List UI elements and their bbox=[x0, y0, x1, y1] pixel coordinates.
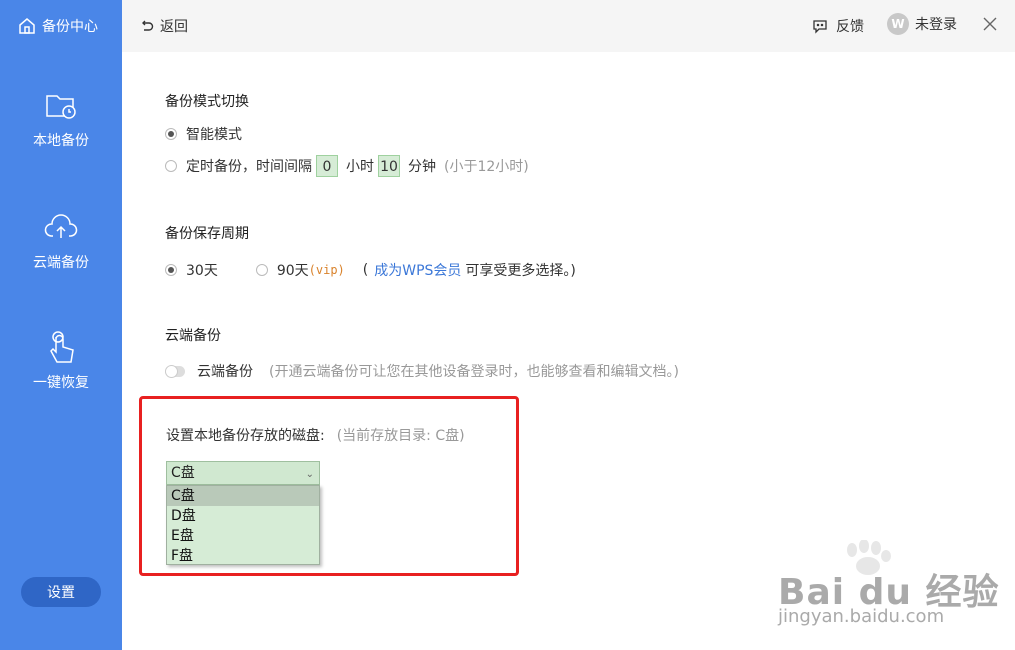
radio-checked[interactable] bbox=[165, 128, 177, 140]
topbar: 返回 反馈 W 未登录 bbox=[122, 0, 1015, 52]
cloud-title: 云端备份 bbox=[165, 328, 221, 344]
period-90-label: 90天 bbox=[276, 263, 309, 279]
sidebar: 备份中心 本地备份 云端备份 一键恢复 设置 bbox=[0, 0, 122, 650]
disk-option-f[interactable]: F盘 bbox=[167, 546, 319, 566]
back-button[interactable]: 返回 bbox=[140, 16, 188, 36]
back-arrow-icon bbox=[142, 20, 154, 31]
cloud-toggle-label: 云端备份 bbox=[197, 364, 253, 380]
disk-setting-row: 设置本地备份存放的磁盘: (当前存放目录: C盘) bbox=[166, 425, 465, 445]
minutes-unit: 分钟 bbox=[408, 159, 436, 175]
feedback-button[interactable]: 反馈 bbox=[812, 16, 864, 36]
back-label: 返回 bbox=[160, 19, 188, 35]
cloud-hint: (开通云端备份可让您在其他设备登录时，也能够查看和编辑文档。) bbox=[269, 364, 679, 380]
disk-option-d[interactable]: D盘 bbox=[167, 506, 319, 526]
sidebar-item-label: 本地备份 bbox=[33, 133, 89, 149]
disk-option-e[interactable]: E盘 bbox=[167, 526, 319, 546]
disk-label: 设置本地备份存放的磁盘: bbox=[166, 428, 325, 444]
radio-30-days[interactable] bbox=[165, 264, 177, 276]
mode-timed-label: 定时备份，时间间隔 bbox=[186, 159, 312, 175]
member-note-open: ( bbox=[362, 262, 369, 278]
radio-unchecked[interactable] bbox=[165, 160, 177, 172]
hours-unit: 小时 bbox=[346, 159, 374, 175]
mode-smart-option[interactable]: 智能模式 bbox=[165, 124, 242, 144]
cloud-upload-icon bbox=[44, 214, 78, 238]
sidebar-item-restore[interactable]: 一键恢复 bbox=[0, 330, 122, 392]
period-30-label: 30天 bbox=[186, 263, 218, 279]
disk-option-c[interactable]: C盘 bbox=[167, 486, 319, 506]
brand-title: 备份中心 bbox=[42, 19, 98, 35]
mode-title: 备份模式切换 bbox=[165, 94, 249, 110]
disk-select[interactable]: C盘 ⌄ bbox=[166, 461, 320, 485]
interval-hint: (小于12小时) bbox=[444, 159, 529, 175]
radio-90-days[interactable] bbox=[255, 264, 268, 276]
hours-input[interactable]: 0 bbox=[316, 155, 338, 177]
folder-clock-icon bbox=[46, 95, 76, 119]
sidebar-item-local-backup[interactable]: 本地备份 bbox=[0, 88, 122, 150]
mode-smart-label: 智能模式 bbox=[186, 127, 242, 143]
become-member-link[interactable]: 成为WPS会员 bbox=[374, 260, 461, 280]
vip-tag: (vip) bbox=[308, 263, 345, 277]
minutes-input[interactable]: 10 bbox=[378, 155, 400, 177]
sidebar-item-cloud-backup[interactable]: 云端备份 bbox=[0, 210, 122, 272]
close-icon[interactable] bbox=[982, 16, 998, 32]
login-label: 未登录 bbox=[915, 17, 957, 33]
sidebar-item-label: 云端备份 bbox=[33, 255, 89, 271]
login-button[interactable]: W 未登录 bbox=[887, 13, 957, 35]
disk-dropdown: C盘 D盘 E盘 F盘 bbox=[166, 485, 320, 565]
home-icon bbox=[19, 18, 35, 34]
chat-bubble-icon bbox=[813, 20, 827, 34]
watermark-url: jingyan.baidu.com bbox=[778, 606, 945, 627]
settings-button[interactable]: 设置 bbox=[21, 577, 101, 607]
period-title: 备份保存周期 bbox=[165, 226, 249, 242]
member-note-rest: 可享受更多选择。) bbox=[465, 263, 576, 279]
sidebar-item-label: 一键恢复 bbox=[33, 375, 89, 391]
feedback-label: 反馈 bbox=[836, 19, 864, 35]
disk-current: (当前存放目录: C盘) bbox=[336, 428, 465, 444]
avatar: W bbox=[887, 13, 909, 35]
mode-timed-option[interactable]: 定时备份，时间间隔 0 小时 10 分钟 (小于12小时) bbox=[165, 155, 529, 177]
brand: 备份中心 bbox=[18, 16, 98, 36]
disk-select-value: C盘 bbox=[171, 465, 195, 481]
cloud-toggle[interactable] bbox=[165, 364, 185, 378]
cloud-toggle-row: 云端备份 (开通云端备份可让您在其他设备登录时，也能够查看和编辑文档。) bbox=[165, 361, 679, 381]
chevron-down-icon: ⌄ bbox=[305, 469, 314, 480]
period-options: 30天 90天 (vip) ( 成为WPS会员 可享受更多选择。) bbox=[165, 260, 576, 280]
hand-tap-icon bbox=[50, 331, 74, 363]
